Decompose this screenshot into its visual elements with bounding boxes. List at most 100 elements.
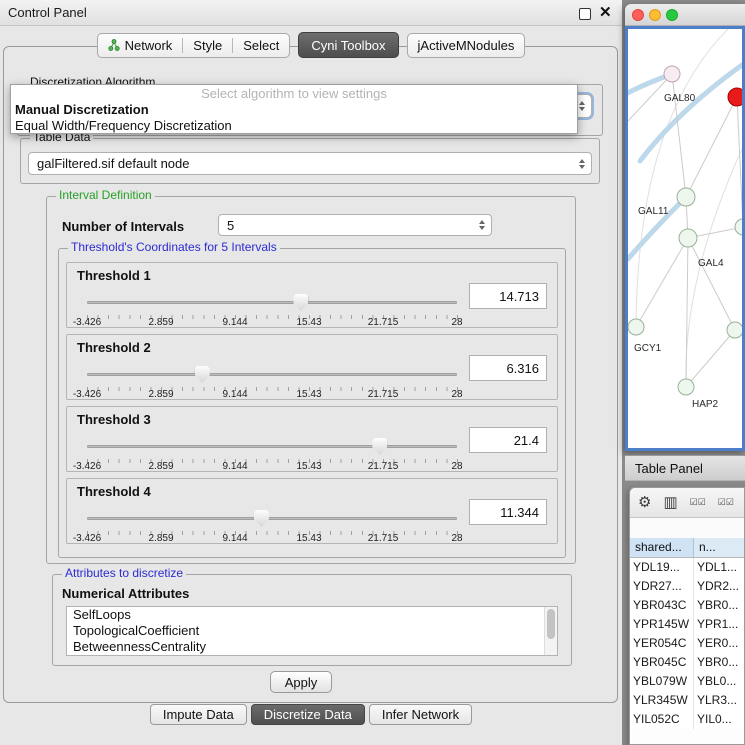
algorithm-dropdown-popup: Select algorithm to view settings Manual… bbox=[10, 84, 578, 134]
cell[interactable]: YBR0... bbox=[694, 596, 744, 615]
tab-style[interactable]: Style bbox=[183, 34, 232, 57]
list-item[interactable]: SelfLoops bbox=[67, 607, 557, 623]
tab-jactivemnodules[interactable]: jActiveMNodules bbox=[407, 33, 526, 58]
tab-discretize-data[interactable]: Discretize Data bbox=[251, 704, 365, 725]
table-row[interactable]: YBR045CYBR0... bbox=[630, 653, 744, 672]
tab-discretize-label: Discretize Data bbox=[264, 707, 352, 722]
tab-network[interactable]: Network bbox=[98, 34, 183, 57]
tab-network-label: Network bbox=[125, 38, 173, 53]
threshold-1-slider[interactable] bbox=[87, 293, 457, 313]
threshold-2-slider[interactable] bbox=[87, 365, 457, 385]
cell[interactable]: YER0... bbox=[694, 634, 744, 653]
slider-track[interactable] bbox=[87, 445, 457, 448]
table-row[interactable]: YIL052CYIL0... bbox=[630, 710, 744, 729]
threshold-3-value-field[interactable] bbox=[469, 427, 547, 453]
cell[interactable]: YBR0... bbox=[694, 653, 744, 672]
column-header-shared-name[interactable]: shared... bbox=[630, 538, 694, 557]
gear-icon[interactable]: ⚙ bbox=[638, 495, 651, 510]
network-node[interactable] bbox=[735, 219, 742, 235]
zoom-traffic-light[interactable] bbox=[666, 9, 678, 21]
panel-title: Control Panel bbox=[8, 5, 87, 20]
table-row[interactable]: YBR043CYBR0... bbox=[630, 596, 744, 615]
threshold-4-slider[interactable] bbox=[87, 509, 457, 529]
close-traffic-light[interactable] bbox=[632, 9, 644, 21]
tab-cyni-toolbox[interactable]: Cyni Toolbox bbox=[298, 32, 398, 58]
number-of-intervals-combo[interactable]: 5 bbox=[218, 214, 492, 236]
slider-track[interactable] bbox=[87, 373, 457, 376]
minimize-traffic-light[interactable] bbox=[649, 9, 661, 21]
node-table-window: ⚙ ▥ ☑☑ ☑☑ shared... n... YDL19...YDL1...… bbox=[629, 487, 745, 745]
column-header-name[interactable]: n... bbox=[694, 538, 744, 557]
table-toolbar: ⚙ ▥ ☑☑ ☑☑ bbox=[630, 488, 744, 518]
network-node[interactable] bbox=[664, 66, 680, 82]
network-canvas[interactable]: GAL80 GAL11 GAL4 GCY1 HAP2 bbox=[625, 26, 745, 451]
slider-thumb[interactable] bbox=[293, 294, 308, 311]
cell[interactable]: YBR045C bbox=[630, 653, 694, 672]
slider-track[interactable] bbox=[87, 301, 457, 304]
threshold-panel-3: Threshold 3 -3.426 2.859 9.144 15.43 21.… bbox=[66, 406, 558, 472]
show-columns-icon[interactable]: ▥ bbox=[663, 495, 677, 510]
cell[interactable]: YDL1... bbox=[694, 558, 744, 577]
network-node[interactable] bbox=[727, 322, 742, 338]
cell[interactable]: YBR043C bbox=[630, 596, 694, 615]
cell[interactable]: YIL0... bbox=[694, 710, 744, 729]
algorithm-option-manual[interactable]: Manual Discretization bbox=[11, 102, 577, 118]
table-row[interactable]: YER054CYER0... bbox=[630, 634, 744, 653]
float-window-icon[interactable] bbox=[579, 8, 591, 20]
scale-label: 28 bbox=[451, 461, 462, 472]
table-data-combo[interactable]: galFiltered.sif default node bbox=[28, 152, 592, 175]
cell[interactable]: YDR27... bbox=[630, 577, 694, 596]
threshold-4-value-field[interactable] bbox=[469, 499, 547, 525]
cell[interactable]: YBL0... bbox=[694, 672, 744, 691]
tab-select[interactable]: Select bbox=[233, 34, 289, 57]
scrollbar-thumb[interactable] bbox=[547, 609, 555, 639]
cell[interactable]: YDL19... bbox=[630, 558, 694, 577]
cell[interactable]: YLR3... bbox=[694, 691, 744, 710]
scale-label: 28 bbox=[451, 533, 462, 544]
network-node[interactable] bbox=[677, 188, 695, 206]
slider-track[interactable] bbox=[87, 517, 457, 520]
list-item[interactable]: TopologicalCoefficient bbox=[67, 623, 557, 639]
table-toolbar-spacer bbox=[630, 518, 744, 538]
apply-button[interactable]: Apply bbox=[270, 671, 332, 693]
scale-label: 9.144 bbox=[222, 461, 247, 472]
table-row[interactable]: YDR27...YDR2... bbox=[630, 577, 744, 596]
scale-label: 2.859 bbox=[148, 461, 173, 472]
cell[interactable]: YIL052C bbox=[630, 710, 694, 729]
algorithm-placeholder-option: Select algorithm to view settings bbox=[11, 86, 577, 102]
algorithm-option-equal-width[interactable]: Equal Width/Frequency Discretization bbox=[11, 118, 577, 134]
table-row[interactable]: YDL19...YDL1... bbox=[630, 558, 744, 577]
select-all-icon[interactable]: ☑☑ bbox=[718, 497, 734, 508]
list-scrollbar[interactable] bbox=[544, 607, 557, 655]
slider-thumb[interactable] bbox=[195, 366, 210, 383]
tab-impute-data[interactable]: Impute Data bbox=[150, 704, 247, 725]
cell[interactable]: YER054C bbox=[630, 634, 694, 653]
cell[interactable]: YBL079W bbox=[630, 672, 694, 691]
network-node[interactable] bbox=[679, 229, 697, 247]
tab-infer-network[interactable]: Infer Network bbox=[369, 704, 472, 725]
table-row[interactable]: YLR345WYLR3... bbox=[630, 691, 744, 710]
slider-thumb[interactable] bbox=[372, 438, 387, 455]
threshold-2-value-field[interactable] bbox=[469, 355, 547, 381]
threshold-1-value-field[interactable] bbox=[469, 283, 547, 309]
cell[interactable]: YPR1... bbox=[694, 615, 744, 634]
cell[interactable]: YPR145W bbox=[630, 615, 694, 634]
slider-thumb[interactable] bbox=[254, 510, 269, 527]
table-row[interactable]: YPR145WYPR1... bbox=[630, 615, 744, 634]
list-item[interactable]: BetweennessCentrality bbox=[67, 639, 557, 655]
network-node[interactable] bbox=[628, 319, 644, 335]
control-panel-tab-group: Network Style Select bbox=[97, 33, 291, 58]
network-node[interactable] bbox=[678, 379, 694, 395]
threshold-1-label: Threshold 1 bbox=[77, 268, 151, 283]
cell[interactable]: YLR345W bbox=[630, 691, 694, 710]
tab-style-label: Style bbox=[193, 38, 222, 53]
close-icon[interactable]: ✕ bbox=[599, 3, 612, 21]
table-row[interactable]: YBL079WYBL0... bbox=[630, 672, 744, 691]
select-columns-icon[interactable]: ☑☑ bbox=[690, 497, 706, 508]
scale-label: 15.43 bbox=[296, 461, 321, 472]
network-node-selected[interactable] bbox=[728, 88, 742, 106]
cell[interactable]: YDR2... bbox=[694, 577, 744, 596]
interval-definition-title: Interval Definition bbox=[56, 189, 155, 202]
threshold-3-slider[interactable] bbox=[87, 437, 457, 457]
scale-label: -3.426 bbox=[73, 461, 101, 472]
